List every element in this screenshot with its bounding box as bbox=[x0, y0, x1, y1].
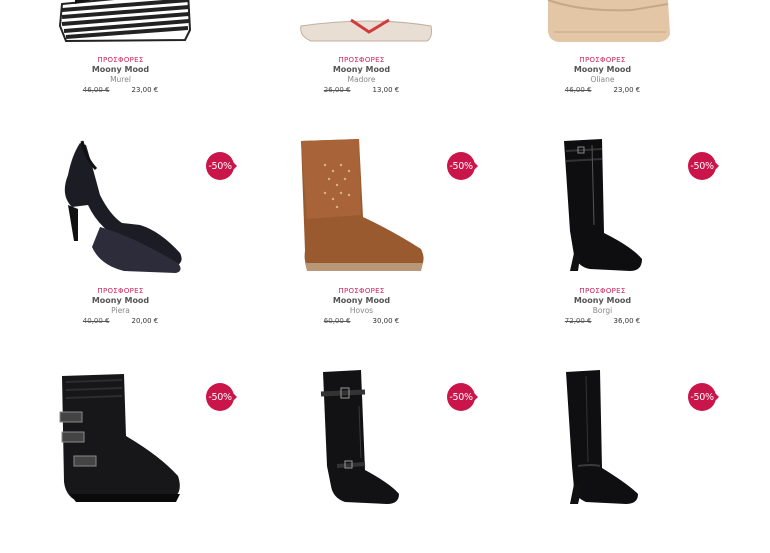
brand-name[interactable]: Moony Mood bbox=[482, 65, 723, 75]
product-card[interactable]: -50% bbox=[241, 322, 482, 553]
promo-label: ΠΡΟΣΦΟΡΕΣ bbox=[97, 56, 144, 64]
product-image[interactable] bbox=[0, 0, 241, 44]
discount-badge: -50% bbox=[688, 383, 719, 411]
brand-name[interactable]: Moony Mood bbox=[0, 65, 241, 75]
product-grid: ΠΡΟΣΦΟΡΕΣ Moony Mood Murel 46,00 €23,00 … bbox=[0, 0, 770, 515]
product-card[interactable]: ΠΡΟΣΦΟΡΕΣ Moony Mood Murel 46,00 €23,00 … bbox=[0, 0, 241, 94]
product-card[interactable]: ΠΡΟΣΦΟΡΕΣ Moony Mood Oliane 46,00 €23,00… bbox=[482, 0, 723, 94]
product-image[interactable] bbox=[241, 135, 482, 275]
model-name[interactable]: Hovos bbox=[241, 306, 482, 316]
product-card[interactable]: -50% ΠΡΟΣΦΟΡΕΣ Moony Mood Hovos 60,00 €3… bbox=[241, 91, 482, 325]
product-card[interactable]: -50% ΠΡΟΣΦΟΡΕΣ Moony Mood Borgi 72,00 €3… bbox=[482, 91, 723, 325]
brand-name[interactable]: Moony Mood bbox=[482, 296, 723, 306]
product-image[interactable] bbox=[0, 366, 241, 506]
model-name[interactable]: Murel bbox=[0, 75, 241, 85]
discount-badge: -50% bbox=[688, 152, 719, 180]
promo-label: ΠΡΟΣΦΟΡΕΣ bbox=[97, 287, 144, 295]
product-card[interactable]: -50% ΠΡΟΣΦΟΡΕΣ Moony Mood Piera 40,00 €2… bbox=[0, 91, 241, 325]
product-image[interactable] bbox=[482, 0, 723, 44]
brand-name[interactable]: Moony Mood bbox=[241, 65, 482, 75]
model-name[interactable]: Borgi bbox=[482, 306, 723, 316]
brand-name[interactable]: Moony Mood bbox=[241, 296, 482, 306]
model-name[interactable]: Piera bbox=[0, 306, 241, 316]
product-image[interactable] bbox=[241, 0, 482, 44]
discount-badge: -50% bbox=[206, 152, 237, 180]
discount-badge: -50% bbox=[447, 383, 478, 411]
model-name[interactable]: Madore bbox=[241, 75, 482, 85]
product-card[interactable]: -50% bbox=[482, 322, 723, 553]
product-image[interactable] bbox=[241, 366, 482, 506]
product-image[interactable] bbox=[482, 135, 723, 275]
promo-label: ΠΡΟΣΦΟΡΕΣ bbox=[338, 287, 385, 295]
product-image[interactable] bbox=[482, 366, 723, 506]
discount-badge: -50% bbox=[447, 152, 478, 180]
product-image[interactable] bbox=[0, 135, 241, 275]
promo-label: ΠΡΟΣΦΟΡΕΣ bbox=[579, 287, 626, 295]
promo-label: ΠΡΟΣΦΟΡΕΣ bbox=[579, 56, 626, 64]
model-name[interactable]: Oliane bbox=[482, 75, 723, 85]
product-card[interactable]: ΠΡΟΣΦΟΡΕΣ Moony Mood Madore 26,00 €13,00… bbox=[241, 0, 482, 94]
brand-name[interactable]: Moony Mood bbox=[0, 296, 241, 306]
product-card[interactable]: -50% bbox=[0, 322, 241, 553]
promo-label: ΠΡΟΣΦΟΡΕΣ bbox=[338, 56, 385, 64]
discount-badge: -50% bbox=[206, 383, 237, 411]
